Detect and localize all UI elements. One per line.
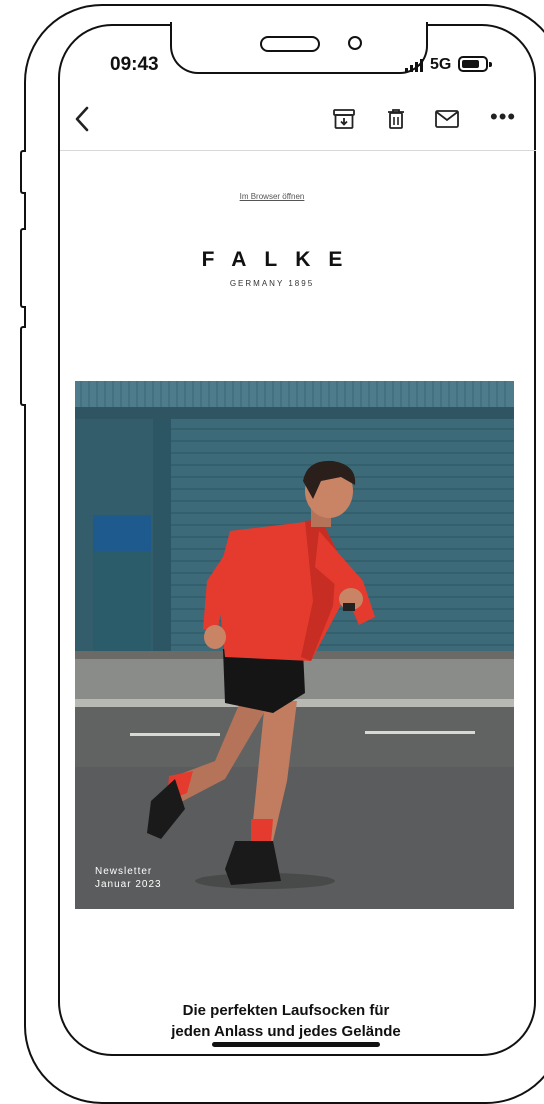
- hero-caption: Newsletter Januar 2023: [95, 865, 162, 891]
- chevron-left-icon: [75, 106, 89, 132]
- speaker-grill: [260, 36, 320, 52]
- newsletter-headline: Die perfekten Laufsocken für jeden Anlas…: [0, 1000, 544, 1042]
- brand-subtitle: GERMANY 1895: [229, 279, 315, 288]
- hero-caption-line2: Januar 2023: [95, 879, 162, 890]
- notch: [170, 22, 428, 74]
- mail-toolbar: •••: [60, 100, 536, 151]
- status-time: 09:43: [110, 54, 159, 75]
- runner-photo: [75, 381, 514, 909]
- battery-icon: [458, 56, 492, 72]
- headline-line2: jeden Anlass und jedes Gelände: [171, 1023, 401, 1040]
- home-indicator[interactable]: [212, 1042, 380, 1047]
- hero-image[interactable]: Newsletter Januar 2023: [75, 381, 514, 909]
- open-in-browser-link[interactable]: Im Browser öffnen: [0, 192, 544, 201]
- archive-icon[interactable]: [332, 108, 356, 130]
- envelope-icon[interactable]: [434, 108, 460, 130]
- signal-icon: [405, 58, 423, 72]
- headline-line1: Die perfekten Laufsocken für: [182, 1002, 390, 1019]
- more-button[interactable]: •••: [490, 104, 516, 130]
- hero-caption-line1: Newsletter: [95, 866, 153, 877]
- front-camera: [348, 36, 362, 50]
- network-type: 5G: [430, 56, 452, 73]
- back-button[interactable]: [74, 106, 90, 138]
- falke-logo[interactable]: FALKE: [0, 248, 544, 272]
- volume-down-button: [20, 326, 26, 406]
- silent-switch: [20, 150, 26, 194]
- trash-icon[interactable]: [384, 108, 408, 130]
